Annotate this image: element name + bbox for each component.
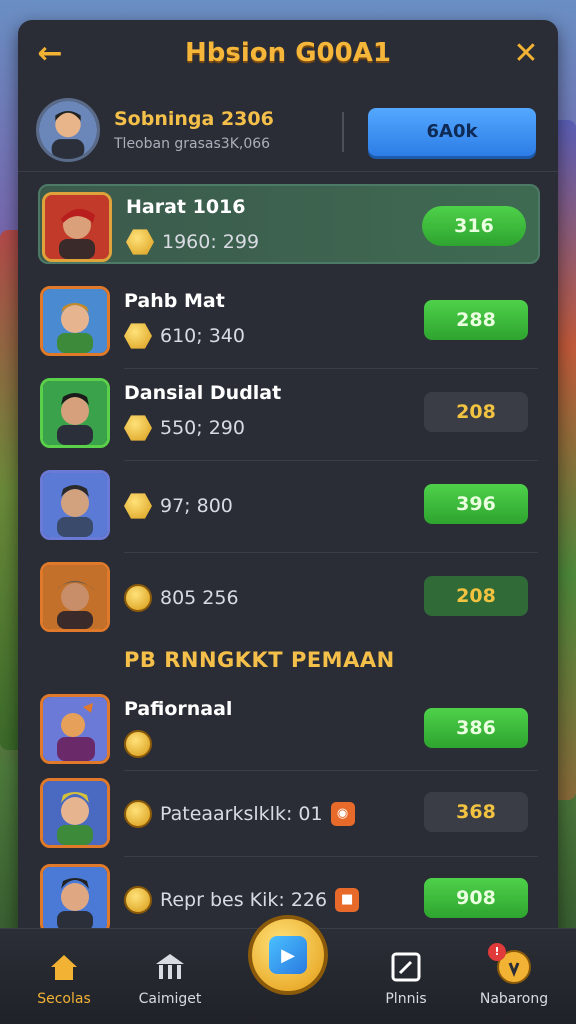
avatar bbox=[40, 864, 110, 934]
score-badge: 908 bbox=[424, 878, 528, 918]
divider bbox=[124, 770, 538, 771]
player-name: Harat 1016 bbox=[126, 196, 246, 218]
player-profile: Sobninga 2306 Tleoban grasas3K,066 6A0k bbox=[18, 90, 558, 172]
badge-icon: ! bbox=[488, 943, 534, 987]
page-title: Hbsion G00A1 bbox=[185, 38, 391, 68]
stats-value: Pateaarkslklk: 01 bbox=[160, 803, 323, 825]
leaderboard-panel: ← Hbsion G00A1 ✕ Sobninga 2306 Tleoban g… bbox=[18, 20, 558, 940]
player-name: Pafiornaal bbox=[124, 698, 233, 720]
target-icon: ◉ bbox=[330, 802, 355, 826]
stats-value: 610; 340 bbox=[160, 325, 245, 347]
medal-icon bbox=[124, 493, 152, 519]
score-badge: 288 bbox=[424, 300, 528, 340]
ranking-row-1[interactable]: Pafiornaal 386 bbox=[38, 688, 540, 768]
play-icon: ▶ bbox=[269, 936, 307, 974]
coin-icon bbox=[124, 730, 152, 758]
ranking-row-2[interactable]: Pateaarkslklk: 01 ◉ 368 bbox=[38, 772, 540, 852]
leaderboard-row-3[interactable]: Dansial Dudlat 550; 290 208 bbox=[38, 372, 540, 452]
avatar bbox=[42, 192, 112, 262]
player-stats bbox=[124, 730, 152, 758]
avatar[interactable] bbox=[36, 98, 100, 162]
primary-button[interactable]: 6A0k bbox=[368, 108, 536, 156]
avatar bbox=[40, 778, 110, 848]
gem-icon bbox=[126, 229, 154, 255]
divider bbox=[124, 368, 538, 369]
coin-icon bbox=[124, 886, 152, 914]
player-name: Dansial Dudlat bbox=[124, 382, 282, 404]
player-stats: Pateaarkslklk: 01 ◉ bbox=[124, 800, 355, 828]
nav-label: Nabarong bbox=[479, 991, 549, 1007]
nav-item-badges[interactable]: ! Nabarong bbox=[466, 943, 562, 1007]
score-badge: 368 bbox=[424, 792, 528, 832]
score-badge: 208 bbox=[424, 392, 528, 432]
close-button[interactable]: ✕ bbox=[508, 36, 544, 72]
nav-item-home[interactable]: Secolas bbox=[16, 947, 112, 1007]
leaderboard-row-1[interactable]: Harat 1016 1960: 299 316 bbox=[38, 184, 540, 264]
score-badge: 396 bbox=[424, 484, 528, 524]
nav-label: Plnnis bbox=[385, 991, 427, 1007]
leaderboard-row-2[interactable]: Pahb Mat 610; 340 288 bbox=[38, 280, 540, 360]
home-icon bbox=[44, 947, 84, 987]
medal-icon bbox=[124, 415, 152, 441]
divider bbox=[124, 552, 538, 553]
notification-badge: ! bbox=[488, 943, 506, 961]
player-stats: Repr bes Kik: 226 ■ bbox=[124, 886, 360, 914]
score-badge: 208 bbox=[424, 576, 528, 616]
nav-label: Caimiget bbox=[138, 991, 202, 1007]
gift-icon: ■ bbox=[335, 888, 360, 912]
stats-value: 1960: 299 bbox=[162, 231, 260, 253]
stats-value: 97; 800 bbox=[160, 495, 233, 517]
divider bbox=[124, 460, 538, 461]
panel-header: ← Hbsion G00A1 ✕ bbox=[18, 20, 558, 90]
player-stats: 1960: 299 bbox=[126, 228, 259, 256]
close-icon: ✕ bbox=[513, 36, 539, 71]
nav-item-edit[interactable]: Plnnis bbox=[358, 947, 454, 1007]
stats-value: 550; 290 bbox=[160, 417, 245, 439]
score-badge: 316 bbox=[422, 206, 526, 246]
player-name: Pahb Mat bbox=[124, 290, 225, 312]
player-stats: 805 256 bbox=[124, 584, 239, 612]
player-stats: 97; 800 bbox=[124, 492, 233, 520]
coin-icon bbox=[124, 800, 152, 828]
avatar bbox=[40, 470, 110, 540]
nav-label: Secolas bbox=[37, 991, 91, 1007]
stats-value: 805 256 bbox=[160, 587, 239, 609]
score-badge: 386 bbox=[424, 708, 528, 748]
leaderboard-row-5[interactable]: 805 256 208 bbox=[38, 556, 540, 636]
nav-item-building[interactable]: Caimiget bbox=[122, 947, 218, 1007]
player-stats: 550; 290 bbox=[124, 414, 245, 442]
edit-icon bbox=[386, 947, 426, 987]
leaderboard-row-4[interactable]: 97; 800 396 bbox=[38, 464, 540, 544]
player-subtitle: Tleoban grasas3K,066 bbox=[114, 136, 271, 152]
avatar bbox=[40, 694, 110, 764]
divider bbox=[124, 856, 538, 857]
section-title: PB RNNGKKT PEMAAN bbox=[124, 648, 395, 672]
building-icon bbox=[150, 947, 190, 987]
bottom-navbar: Secolas Caimiget ▶ Plnnis ! Nabarong bbox=[0, 915, 576, 1024]
avatar bbox=[40, 378, 110, 448]
avatar bbox=[40, 286, 110, 356]
coin-icon bbox=[124, 584, 152, 612]
player-stats: 610; 340 bbox=[124, 322, 245, 350]
stats-value: Repr bes Kik: 226 bbox=[160, 889, 328, 911]
medal-icon bbox=[124, 323, 152, 349]
avatar bbox=[40, 562, 110, 632]
play-button[interactable]: ▶ bbox=[248, 915, 328, 995]
player-name: Sobninga 2306 bbox=[114, 108, 274, 130]
divider bbox=[342, 112, 344, 152]
